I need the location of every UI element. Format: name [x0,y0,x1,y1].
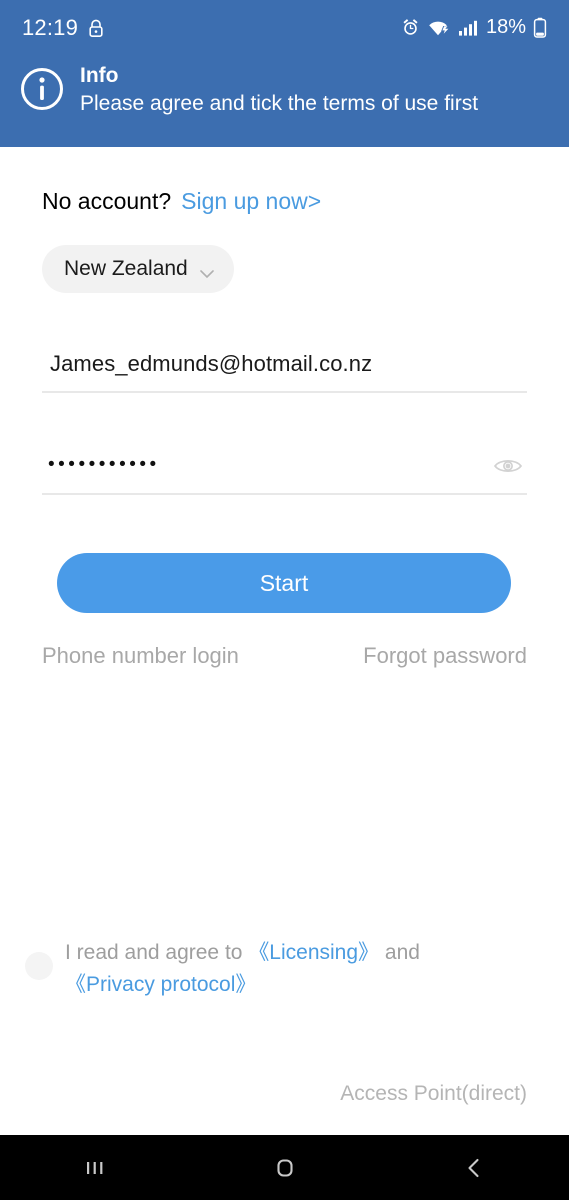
privacy-protocol-link[interactable]: 《Privacy protocol》 [65,973,256,996]
wifi-icon [427,18,451,37]
eye-icon[interactable] [493,456,523,476]
terms-agreement-row: I read and agree to 《Licensing》 and 《Pri… [25,937,475,1001]
status-bar-clock: 12:19 [22,14,79,40]
password-field[interactable]: ••••••••••• [42,439,527,495]
info-banner: 12:19 18% Info Please agree and tick the… [0,0,569,147]
cellular-signal-icon [458,18,478,37]
info-toast-title: Info [80,64,119,87]
signup-prompt: No account? Sign up now> [42,188,321,215]
back-icon[interactable] [379,1135,569,1200]
status-bar-left: 12:19 [22,15,105,41]
start-button[interactable]: Start [57,553,511,613]
home-icon[interactable] [190,1135,380,1200]
password-field-value: ••••••••••• [48,454,160,475]
info-toast-message: Please agree and tick the terms of use f… [80,92,479,115]
sign-up-now-link[interactable]: Sign up now> [181,188,321,215]
info-toast: Info Please agree and tick the terms of … [0,62,569,119]
battery-icon [533,17,547,38]
signup-question: No account? [42,188,172,214]
licensing-link[interactable]: 《Licensing》 [248,941,379,964]
terms-agreement-text: I read and agree to 《Licensing》 and 《Pri… [65,937,465,1001]
status-bar-right: 18% [401,16,547,39]
alarm-clock-icon [401,18,420,37]
terms-checkbox[interactable] [25,952,53,980]
battery-percentage: 18% [485,16,526,38]
status-bar: 12:19 18% [0,0,569,55]
country-selector-value: New Zealand [64,257,188,280]
forgot-password-link[interactable]: Forgot password [363,643,527,669]
terms-conjunction: and [384,941,420,964]
country-selector[interactable]: New Zealand [42,245,234,293]
info-circle-icon [20,67,64,116]
chevron-down-icon [199,266,214,278]
login-form: No account? Sign up now> New Zealand Jam… [0,147,569,1135]
lock-icon [87,18,105,38]
secondary-links: Phone number login Forgot password [42,643,527,669]
info-toast-text: Info Please agree and tick the terms of … [80,62,478,119]
email-field[interactable]: James_edmunds@hotmail.co.nz [42,337,527,393]
email-field-value: James_edmunds@hotmail.co.nz [50,351,373,376]
terms-prefix: I read and agree to [65,941,243,964]
recents-icon[interactable] [0,1135,190,1200]
access-point-label[interactable]: Access Point(direct) [340,1082,527,1106]
android-navigation-bar [0,1135,569,1200]
phone-screen: 12:19 18% Info Please agree and tick the… [0,0,569,1200]
phone-number-login-link[interactable]: Phone number login [42,643,239,669]
